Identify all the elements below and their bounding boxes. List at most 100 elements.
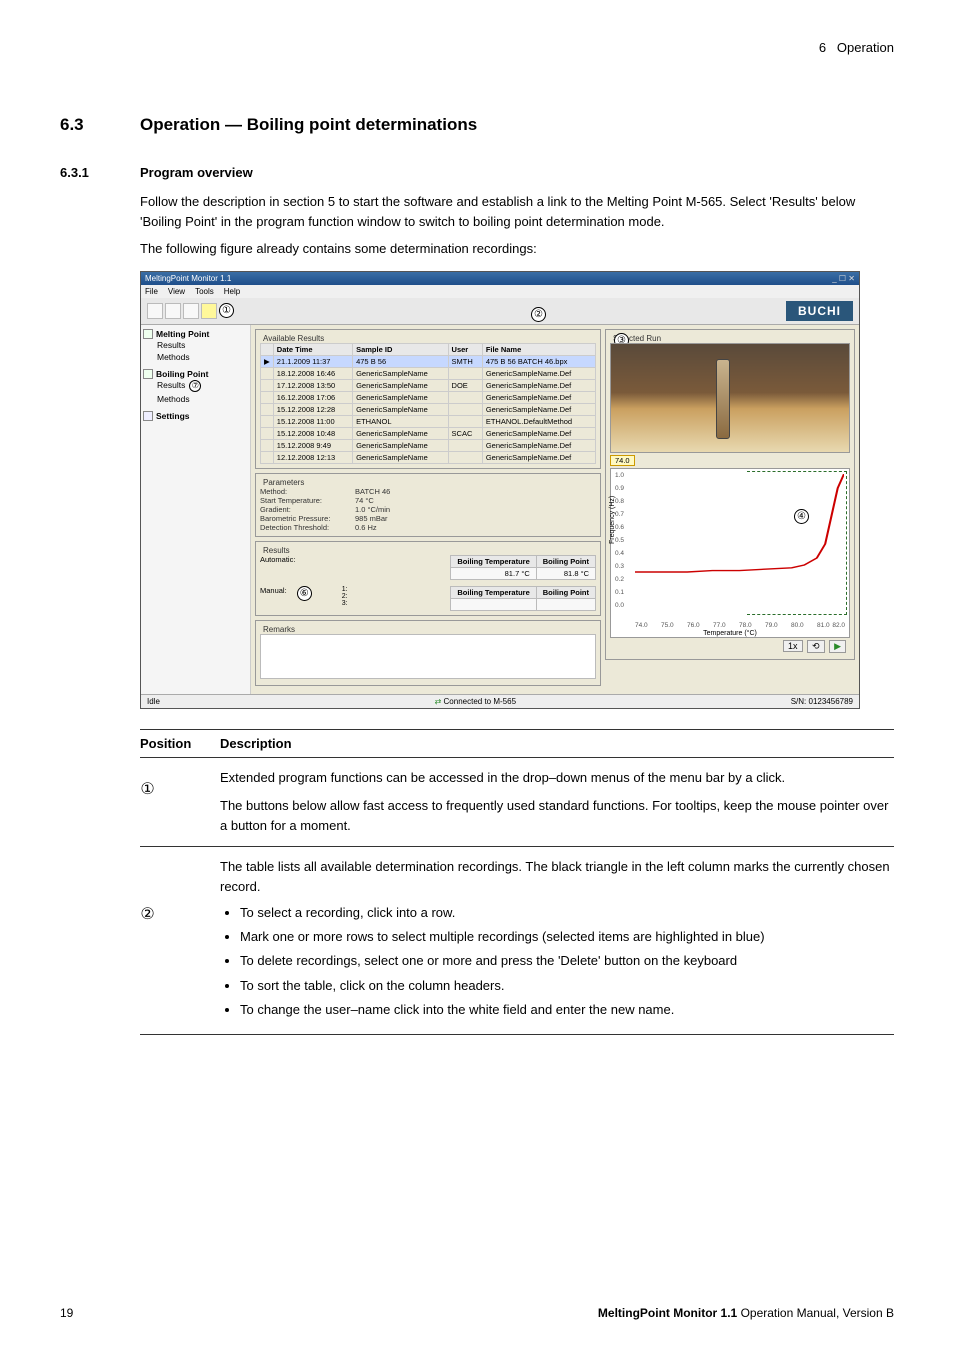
sidebar-item-bp-results[interactable]: Results⑦ (157, 379, 248, 393)
subsection-number: 6.3.1 (60, 165, 140, 180)
graph-xlabel: Temperature (°C) (611, 630, 849, 637)
sidebar: Melting Point Results Methods Boiling Po… (141, 325, 251, 694)
parameters-panel: Parameters Method:BATCH 46Start Temperat… (255, 473, 601, 537)
sidebar-item-mp-results[interactable]: Results (157, 339, 248, 351)
callout-1: ① (219, 303, 234, 318)
table-row[interactable]: 17.12.2008 13:50GenericSampleNameDOEGene… (261, 379, 596, 391)
toolbar-btn-1[interactable] (147, 303, 163, 319)
desc-2-intro: The table lists all available determinat… (220, 857, 894, 897)
page-number: 19 (60, 1306, 73, 1320)
desc-row-1: ① Extended program functions can be acce… (140, 758, 894, 847)
toolbar: ① BUCHI (141, 298, 859, 325)
window-title: MeltingPoint Monitor 1.1 (145, 274, 231, 283)
param-row: Barometric Pressure:985 mBar (260, 514, 596, 523)
speed-button[interactable]: 1x (783, 640, 803, 652)
parameters-legend: Parameters (260, 478, 307, 487)
list-item: To delete recordings, select one or more… (240, 951, 894, 971)
results-legend: Results (260, 546, 293, 555)
col-sampleid[interactable]: Sample ID (353, 343, 448, 355)
table-row[interactable]: 15.12.2008 10:48GenericSampleNameSCACGen… (261, 427, 596, 439)
subsection-title: Program overview (140, 165, 253, 180)
table-row[interactable]: ▶21.1.2009 11:37475 B 56SMTH475 B 56 BAT… (261, 355, 596, 367)
remarks-input[interactable] (260, 634, 596, 679)
sidebar-item-bp-methods[interactable]: Methods (157, 393, 248, 405)
footer-product: MeltingPoint Monitor 1.1 (598, 1306, 737, 1320)
remarks-panel: Remarks (255, 620, 601, 686)
connection-icon: ⇄ (435, 697, 444, 706)
menu-tools[interactable]: Tools (195, 287, 214, 296)
title-bar: MeltingPoint Monitor 1.1 _ ☐ ✕ (141, 272, 859, 285)
window-controls[interactable]: _ ☐ ✕ (832, 274, 855, 283)
toolbar-btn-4[interactable] (201, 303, 217, 319)
table-row[interactable]: 18.12.2008 16:46GenericSampleNameGeneric… (261, 367, 596, 379)
status-right: S/N: 0123456789 (791, 697, 853, 706)
list-item: Mark one or more rows to select multiple… (240, 927, 894, 947)
marker-value: 74.0 (610, 455, 635, 466)
desc-1-p1: Extended program functions can be access… (220, 768, 894, 788)
param-row: Detection Threshold:0.6 Hz (260, 523, 596, 532)
sidebar-group-settings[interactable]: Settings (143, 411, 248, 421)
page-footer: 19 MeltingPoint Monitor 1.1 Operation Ma… (60, 1306, 894, 1320)
list-item: To select a recording, click into a row. (240, 903, 894, 923)
status-bar: Idle ⇄ Connected to M-565 S/N: 012345678… (141, 694, 859, 708)
callout-7: ⑦ (189, 380, 201, 392)
menu-bar: File View Tools Help (141, 285, 859, 298)
table-row[interactable]: 15.12.2008 12:28GenericSampleNameGeneric… (261, 403, 596, 415)
brand-logo: BUCHI (786, 301, 853, 321)
table-row[interactable]: 15.12.2008 9:49GenericSampleNameGenericS… (261, 439, 596, 451)
sidebar-group-boiling[interactable]: Boiling Point (143, 369, 248, 379)
toolbar-btn-3[interactable] (183, 303, 199, 319)
menu-help[interactable]: Help (224, 287, 240, 296)
desc-mark-2: ② (140, 907, 155, 922)
graph-curve (635, 474, 844, 614)
col-user[interactable]: User (448, 343, 482, 355)
page-header: 6 Operation (60, 40, 894, 55)
remarks-legend: Remarks (260, 625, 298, 634)
section-heading: 6.3 Operation — Boiling point determinat… (60, 115, 894, 135)
desc-row-2: ② The table lists all available determin… (140, 847, 894, 1035)
frequency-graph: ④ Frequency (Hz) 1.0 0.9 0.8 0.7 0.6 0.5… (610, 468, 850, 638)
manual-table: Boiling TemperatureBoiling Point (450, 586, 596, 611)
desc-mark-1: ① (140, 782, 155, 797)
table-row[interactable]: 16.12.2008 17:06GenericSampleNameGeneric… (261, 391, 596, 403)
param-row: Gradient:1.0 °C/min (260, 505, 596, 514)
col-filename[interactable]: File Name (482, 343, 595, 355)
manual-label: Manual: (260, 586, 287, 595)
camera-image (610, 343, 850, 453)
results-table[interactable]: Date Time Sample ID User File Name ▶21.1… (260, 343, 596, 464)
callout-6: ⑥ (297, 586, 312, 601)
status-mid: Connected to M-565 (444, 697, 517, 706)
auto-table: Boiling TemperatureBoiling Point 81.7 °C… (450, 555, 596, 580)
paragraph-2: The following figure already contains so… (140, 239, 894, 259)
sidebar-item-mp-methods[interactable]: Methods (157, 351, 248, 363)
header-position: Position (140, 736, 220, 751)
toolbar-btn-2[interactable] (165, 303, 181, 319)
play-button[interactable]: ▶ (829, 640, 846, 653)
list-item: To sort the table, click on the column h… (240, 976, 894, 996)
callout-2: ② (531, 307, 546, 322)
capillary-tube-icon (716, 359, 730, 439)
app-window: MeltingPoint Monitor 1.1 _ ☐ ✕ File View… (140, 271, 860, 709)
flask-icon (143, 369, 153, 379)
available-legend: Available Results (260, 334, 327, 343)
table-row[interactable]: 15.12.2008 11:00ETHANOLETHANOL.DefaultMe… (261, 415, 596, 427)
header-description: Description (220, 736, 292, 751)
menu-file[interactable]: File (145, 287, 158, 296)
table-row[interactable]: 12.12.2008 12:13GenericSampleNameGeneric… (261, 451, 596, 463)
gear-icon (143, 411, 153, 421)
section-title: Operation — Boiling point determinations (140, 115, 477, 135)
content-area: ② Available Results Date Time Sample ID … (251, 325, 859, 694)
param-row: Start Temperature:74 °C (260, 496, 596, 505)
sidebar-group-melting[interactable]: Melting Point (143, 329, 248, 339)
status-left: Idle (147, 697, 160, 706)
chapter-title: Operation (837, 40, 894, 55)
main-area: Melting Point Results Methods Boiling Po… (141, 325, 859, 694)
desc-2-bullets: To select a recording, click into a row.… (240, 903, 894, 1020)
repeat-button[interactable]: ⟲ (807, 640, 825, 653)
menu-view[interactable]: View (168, 287, 185, 296)
col-datetime[interactable]: Date Time (273, 343, 352, 355)
media-controls: 1x ⟲ ▶ (610, 638, 850, 655)
paragraph-1: Follow the description in section 5 to s… (140, 192, 894, 231)
description-table: Position Description ① Extended program … (140, 729, 894, 1035)
list-item: To change the user–name click into the w… (240, 1000, 894, 1020)
